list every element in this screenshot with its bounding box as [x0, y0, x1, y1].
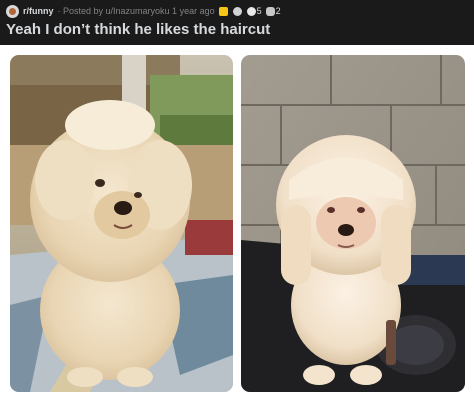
post-title[interactable]: Yeah I don’t think he likes the haircut: [6, 21, 270, 38]
subreddit-avatar-icon[interactable]: [6, 4, 19, 18]
award-wholesome[interactable]: 2: [265, 6, 281, 16]
post-meta: r/funny · Posted by u/Inazumaryoku 1 yea…: [6, 4, 281, 18]
award-gold[interactable]: [218, 6, 229, 16]
post-header: r/funny · Posted by u/Inazumaryoku 1 yea…: [0, 0, 474, 45]
dog-after-image: [241, 55, 465, 392]
award-helpful[interactable]: 5: [246, 6, 262, 16]
award-silver[interactable]: [232, 6, 243, 16]
silver-award-icon: [232, 6, 242, 16]
gold-award-icon: [218, 6, 228, 16]
photo-before-haircut[interactable]: [10, 55, 233, 392]
dog-before-image: [10, 55, 233, 392]
award-count: 2: [275, 6, 281, 16]
photo-after-haircut[interactable]: [241, 55, 465, 392]
award-count: 5: [256, 6, 262, 16]
subreddit-link[interactable]: r/funny: [23, 6, 54, 16]
post-media: [0, 45, 474, 400]
helpful-award-icon: [246, 6, 256, 16]
wholesome-award-icon: [265, 6, 275, 16]
post-byline[interactable]: · Posted by u/Inazumaryoku 1 year ago: [58, 6, 215, 16]
